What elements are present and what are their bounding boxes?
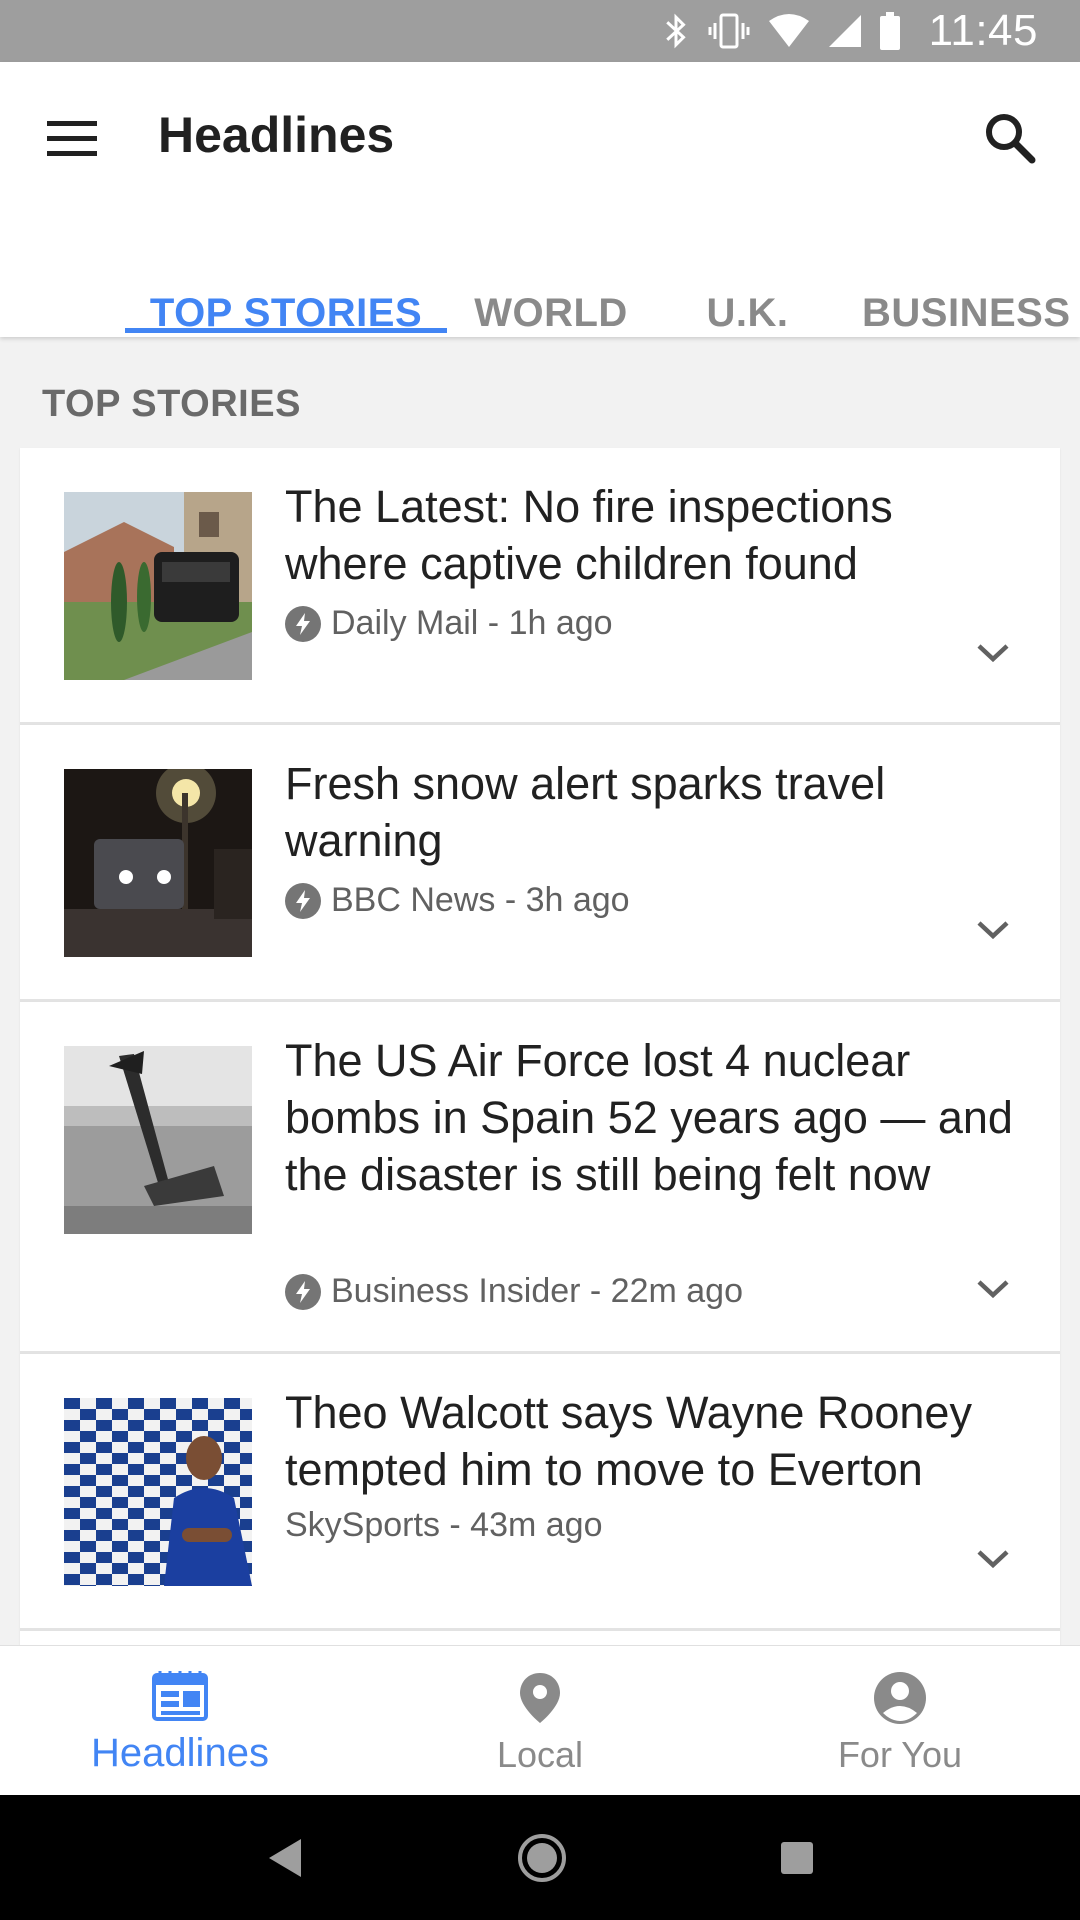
chevron-down-icon xyxy=(977,921,1009,940)
chevron-down-icon xyxy=(977,1280,1009,1299)
chevron-down-icon xyxy=(977,644,1009,663)
home-icon[interactable] xyxy=(516,1832,568,1884)
recents-icon[interactable] xyxy=(779,1840,815,1876)
nav-label: Local xyxy=(496,1734,584,1775)
signal-icon xyxy=(828,15,861,47)
tab-uk[interactable]: U.K. xyxy=(665,245,830,337)
article-thumbnail xyxy=(64,492,252,680)
article-source-text: SkySports - 43m ago xyxy=(285,1506,603,1544)
tab-bar: TOP STORIES WORLD U.K. BUSINESS xyxy=(0,245,1080,337)
story-feed[interactable]: TOP STORIES The Latest: No fire inspecti… xyxy=(0,337,1080,1645)
tab-world[interactable]: WORLD xyxy=(462,245,640,337)
bluetooth-icon xyxy=(665,13,686,49)
expand-button[interactable] xyxy=(968,905,1018,955)
article-card[interactable]: Fresh snow alert sparks travel warning B… xyxy=(20,725,1060,1002)
article-card[interactable]: Theo Walcott says Wayne Rooney tempted h… xyxy=(20,1354,1060,1631)
expand-button[interactable] xyxy=(968,1264,1018,1314)
page-title: Headlines xyxy=(158,107,395,163)
nav-label: For You xyxy=(837,1734,963,1775)
amp-bolt-icon xyxy=(285,1273,321,1310)
expand-button[interactable] xyxy=(968,1534,1018,1584)
bottom-navigation: Headlines Local For You xyxy=(0,1645,1080,1795)
account-icon xyxy=(874,1672,926,1724)
back-icon[interactable] xyxy=(265,1836,305,1880)
menu-icon xyxy=(47,121,97,156)
vibrate-icon xyxy=(708,13,750,49)
article-thumbnail xyxy=(64,769,252,957)
section-title: TOP STORIES xyxy=(42,383,301,425)
article-source: Daily Mail - 1h ago xyxy=(285,604,613,643)
menu-button[interactable] xyxy=(44,110,100,166)
article-headline[interactable]: The US Air Force lost 4 nuclear bombs in… xyxy=(285,1032,1025,1203)
tab-business[interactable]: BUSINESS xyxy=(862,245,1080,337)
expand-button[interactable] xyxy=(968,628,1018,678)
app-bar: Headlines TOP STORIES WORLD U.K. BUSINES… xyxy=(0,62,1080,337)
article-source: Business Insider - 22m ago xyxy=(285,1272,743,1311)
article-source: BBC News - 3h ago xyxy=(285,881,630,920)
article-source-text: Daily Mail - 1h ago xyxy=(331,604,613,642)
status-time: 11:45 xyxy=(928,6,1038,55)
article-source-text: Business Insider - 22m ago xyxy=(331,1272,743,1310)
article-card[interactable] xyxy=(20,1631,1060,1645)
house-photo-image xyxy=(64,492,252,680)
snow-night-image xyxy=(64,769,252,957)
chevron-down-icon xyxy=(977,1550,1009,1569)
battery-icon xyxy=(879,12,900,50)
plane-wreck-image xyxy=(64,1046,252,1234)
article-source-text: BBC News - 3h ago xyxy=(331,881,630,919)
article-thumbnail xyxy=(64,1046,252,1234)
amp-bolt-icon xyxy=(285,882,321,919)
nav-local[interactable]: Local xyxy=(360,1646,720,1796)
newspaper-icon xyxy=(152,1671,208,1721)
article-list: The Latest: No fire inspections where ca… xyxy=(20,448,1060,1645)
article-headline[interactable]: Theo Walcott says Wayne Rooney tempted h… xyxy=(285,1384,1025,1498)
search-button[interactable] xyxy=(978,106,1042,170)
article-source: SkySports - 43m ago xyxy=(285,1506,602,1545)
nav-label: Headlines xyxy=(91,1731,269,1775)
amp-bolt-icon xyxy=(285,605,321,642)
article-headline[interactable]: Fresh snow alert sparks travel warning xyxy=(285,755,1025,869)
article-card[interactable]: The Latest: No fire inspections where ca… xyxy=(20,448,1060,725)
article-card[interactable]: The US Air Force lost 4 nuclear bombs in… xyxy=(20,1002,1060,1354)
footballer-photo-image xyxy=(64,1398,252,1586)
article-thumbnail xyxy=(64,1398,252,1586)
status-bar: 11:45 xyxy=(0,0,1080,62)
system-navigation-bar xyxy=(0,1795,1080,1920)
nav-for-you[interactable]: For You xyxy=(720,1646,1080,1796)
article-headline[interactable]: The Latest: No fire inspections where ca… xyxy=(285,478,1025,592)
location-pin-icon xyxy=(520,1673,560,1723)
search-icon xyxy=(986,114,1036,164)
tab-indicator xyxy=(125,328,447,333)
wifi-icon xyxy=(768,14,809,47)
nav-headlines[interactable]: Headlines xyxy=(0,1646,360,1796)
tab-top-stories[interactable]: TOP STORIES xyxy=(125,245,447,337)
